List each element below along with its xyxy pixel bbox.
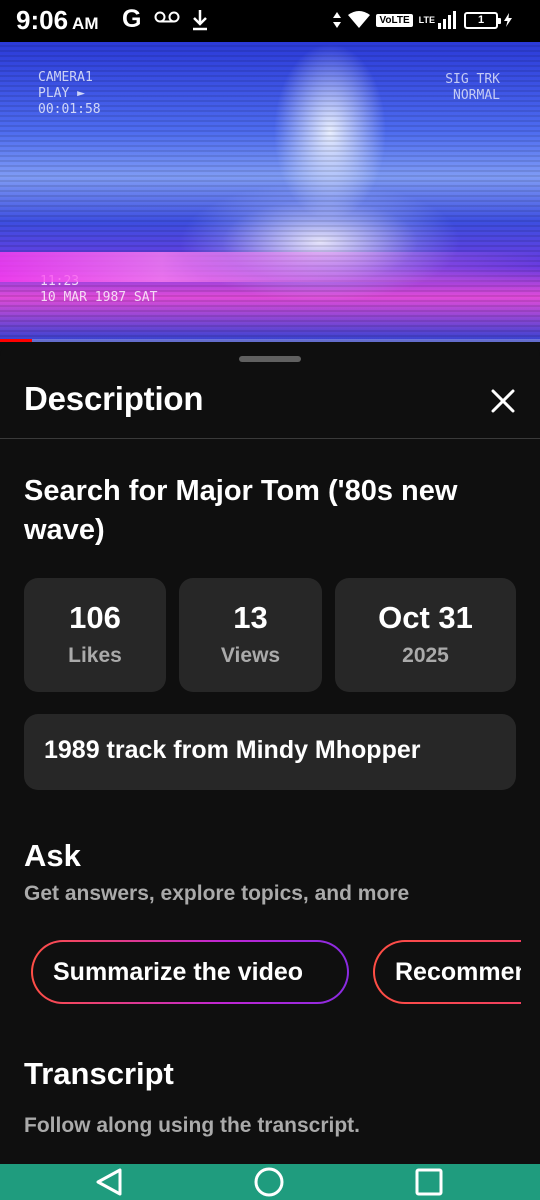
divider bbox=[0, 438, 540, 439]
likes-label: Likes bbox=[68, 644, 122, 667]
home-circle-icon[interactable] bbox=[249, 1166, 289, 1198]
battery-level: 1 bbox=[477, 14, 485, 26]
vhs-text: PLAY ► bbox=[38, 86, 85, 101]
vhs-overlay-bottom: 11:23 10 MAR 1987 SAT bbox=[40, 274, 157, 306]
battery-icon: 1 bbox=[464, 11, 501, 29]
charging-bolt-icon bbox=[504, 13, 512, 27]
status-time: 9:06 AM bbox=[16, 5, 99, 35]
back-triangle-icon[interactable] bbox=[88, 1166, 128, 1198]
recents-square-icon[interactable] bbox=[409, 1166, 449, 1198]
upload-date: Oct 31 bbox=[378, 600, 473, 635]
vhs-text: CAMERA1 bbox=[38, 70, 93, 85]
signal-icon bbox=[438, 11, 456, 29]
close-icon[interactable] bbox=[484, 382, 522, 420]
ask-chips-row: Summarize the video Recommend related co… bbox=[0, 940, 521, 1006]
vhs-text: SIG TRK bbox=[445, 72, 500, 87]
vhs-overlay-top-right: SIG TRK NORMAL bbox=[445, 72, 500, 104]
chip-label: Recommend related content bbox=[375, 942, 521, 1002]
wifi-icon bbox=[348, 11, 371, 28]
volte-badge: VoLTE bbox=[376, 13, 413, 27]
upload-date-stat: Oct 31 2025 bbox=[335, 578, 516, 692]
vhs-text: 00:01:58 bbox=[38, 102, 101, 117]
views-count: 13 bbox=[233, 600, 268, 635]
vhs-text: 11:23 bbox=[40, 274, 80, 289]
status-ampm: AM bbox=[72, 14, 99, 33]
sheet-title: Description bbox=[24, 380, 204, 417]
vhs-text: 10 MAR 1987 SAT bbox=[40, 290, 158, 305]
google-icon: G bbox=[122, 5, 142, 33]
status-bar: 9:06 AM G VoLTE LTE 1 bbox=[0, 0, 540, 42]
likes-count: 106 bbox=[69, 600, 121, 635]
transcript-subtitle: Follow along using the transcript. bbox=[24, 1114, 361, 1137]
data-arrows-icon bbox=[333, 12, 342, 28]
lte-label: LTE bbox=[418, 15, 435, 25]
likes-stat: 106 Likes bbox=[24, 578, 166, 692]
video-player[interactable]: CAMERA1 PLAY ► 00:01:58 SIG TRK NORMAL 1… bbox=[0, 42, 540, 342]
views-label: Views bbox=[220, 644, 281, 667]
ask-subtitle: Get answers, explore topics, and more bbox=[24, 882, 410, 905]
views-stat: 13 Views bbox=[179, 578, 322, 692]
download-icon bbox=[193, 10, 207, 31]
description-text[interactable]: 1989 track from Mindy Mhopper bbox=[24, 714, 516, 790]
video-title: Search for Major Tom ('80s new wave) bbox=[24, 475, 458, 546]
transcript-title: Transcript bbox=[24, 1056, 174, 1091]
chip-label: Summarize the video bbox=[33, 942, 347, 1002]
system-nav-bar bbox=[0, 1164, 540, 1200]
summarize-video-chip[interactable]: Summarize the video bbox=[31, 940, 349, 1004]
recommend-chip[interactable]: Recommend related content bbox=[373, 940, 521, 1004]
drag-handle[interactable] bbox=[239, 356, 301, 362]
vhs-overlay-top-left: CAMERA1 PLAY ► 00:01:58 bbox=[38, 70, 101, 118]
status-right-icons: VoLTE LTE 1 bbox=[332, 9, 512, 31]
vhs-text: NORMAL bbox=[453, 88, 500, 103]
upload-year: 2025 bbox=[402, 644, 449, 667]
voicemail-icon bbox=[154, 11, 180, 23]
ask-title: Ask bbox=[24, 838, 81, 873]
description-sheet: Description Search for Major Tom ('80s n… bbox=[0, 342, 540, 1164]
